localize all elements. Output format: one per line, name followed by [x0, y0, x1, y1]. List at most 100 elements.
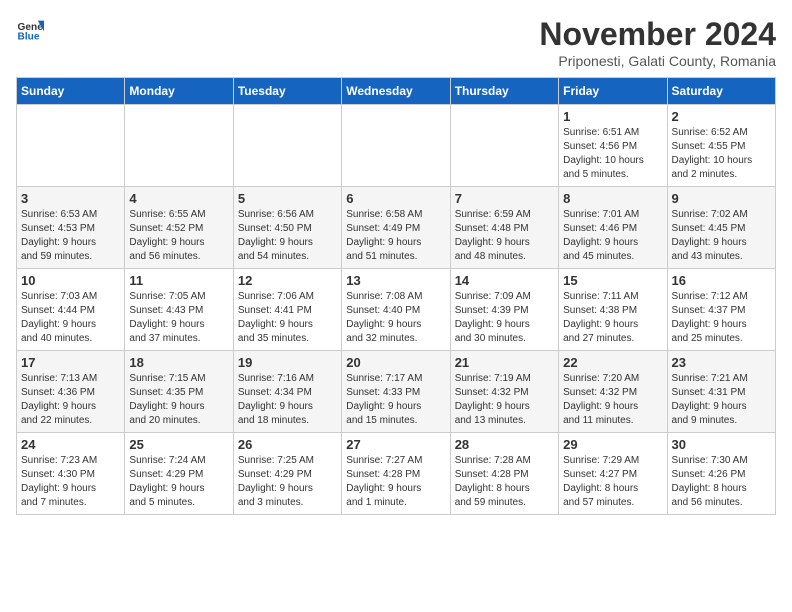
calendar-cell: 15 Sunrise: 7:11 AM Sunset: 4:38 PM Dayli…: [559, 269, 667, 351]
calendar-cell: 20Sunrise: 7:17 AM Sunset: 4:33 PM Dayli…: [342, 351, 450, 433]
calendar-cell: 12Sunrise: 7:06 AM Sunset: 4:41 PM Dayli…: [233, 269, 341, 351]
logo-icon: General Blue: [16, 16, 44, 44]
calendar-cell: 29 Sunrise: 7:29 AM Sunset: 4:27 PM Dayli…: [559, 433, 667, 515]
day-info: Sunrise: 7:03 AM Sunset: 4:44 PM Dayligh…: [21, 290, 120, 346]
calendar-cell: 7 Sunrise: 6:59 AM Sunset: 4:48 PM Daylig…: [450, 187, 558, 269]
day-number: 21: [455, 355, 554, 370]
calendar-cell: [450, 105, 558, 187]
day-info: Sunrise: 7:17 AM Sunset: 4:33 PM Dayligh…: [346, 372, 445, 428]
day-info: Sunrise: 7:24 AM Sunset: 4:29 PM Dayligh…: [129, 454, 228, 510]
day-number: 14: [455, 273, 554, 288]
week-row-0: 1 Sunrise: 6:51 AM Sunset: 4:56 PM Daylig…: [17, 105, 776, 187]
day-header-wednesday: Wednesday: [342, 78, 450, 105]
calendar-cell: [125, 105, 233, 187]
calendar-cell: 14 Sunrise: 7:09 AM Sunset: 4:39 PM Dayli…: [450, 269, 558, 351]
day-number: 19: [238, 355, 337, 370]
calendar-cell: 24 Sunrise: 7:23 AM Sunset: 4:30 PM Dayli…: [17, 433, 125, 515]
day-info: Sunrise: 6:53 AM Sunset: 4:53 PM Dayligh…: [21, 208, 120, 264]
day-info: Sunrise: 7:30 AM Sunset: 4:26 PM Dayligh…: [672, 454, 771, 510]
day-number: 25: [129, 437, 228, 452]
day-header-friday: Friday: [559, 78, 667, 105]
calendar-cell: 17 Sunrise: 7:13 AM Sunset: 4:36 PM Dayli…: [17, 351, 125, 433]
day-info: Sunrise: 6:51 AM Sunset: 4:56 PM Dayligh…: [563, 126, 662, 182]
day-info: Sunrise: 7:25 AM Sunset: 4:29 PM Dayligh…: [238, 454, 337, 510]
day-number: 4: [129, 191, 228, 206]
calendar-cell: [17, 105, 125, 187]
calendar-cell: 22Sunrise: 7:20 AM Sunset: 4:32 PM Dayli…: [559, 351, 667, 433]
day-info: Sunrise: 6:56 AM Sunset: 4:50 PM Dayligh…: [238, 208, 337, 264]
day-info: Sunrise: 6:59 AM Sunset: 4:48 PM Dayligh…: [455, 208, 554, 264]
day-number: 18: [129, 355, 228, 370]
day-info: Sunrise: 7:23 AM Sunset: 4:30 PM Dayligh…: [21, 454, 120, 510]
day-info: Sunrise: 7:05 AM Sunset: 4:43 PM Dayligh…: [129, 290, 228, 346]
month-title: November 2024: [539, 16, 776, 53]
day-info: Sunrise: 7:20 AM Sunset: 4:32 PM Dayligh…: [563, 372, 662, 428]
day-number: 2: [672, 109, 771, 124]
day-header-saturday: Saturday: [667, 78, 775, 105]
day-info: Sunrise: 7:27 AM Sunset: 4:28 PM Dayligh…: [346, 454, 445, 510]
day-info: Sunrise: 7:21 AM Sunset: 4:31 PM Dayligh…: [672, 372, 771, 428]
calendar-cell: 5 Sunrise: 6:56 AM Sunset: 4:50 PM Daylig…: [233, 187, 341, 269]
calendar-cell: [342, 105, 450, 187]
day-header-monday: Monday: [125, 78, 233, 105]
calendar-cell: 18 Sunrise: 7:15 AM Sunset: 4:35 PM Dayli…: [125, 351, 233, 433]
day-info: Sunrise: 6:55 AM Sunset: 4:52 PM Dayligh…: [129, 208, 228, 264]
day-number: 10: [21, 273, 120, 288]
day-info: Sunrise: 7:16 AM Sunset: 4:34 PM Dayligh…: [238, 372, 337, 428]
header: General Blue November 2024 Priponesti, G…: [16, 16, 776, 69]
calendar-cell: 1 Sunrise: 6:51 AM Sunset: 4:56 PM Daylig…: [559, 105, 667, 187]
week-row-4: 24 Sunrise: 7:23 AM Sunset: 4:30 PM Dayli…: [17, 433, 776, 515]
day-number: 24: [21, 437, 120, 452]
day-number: 23: [672, 355, 771, 370]
day-number: 7: [455, 191, 554, 206]
day-number: 28: [455, 437, 554, 452]
day-info: Sunrise: 7:02 AM Sunset: 4:45 PM Dayligh…: [672, 208, 771, 264]
day-info: Sunrise: 7:11 AM Sunset: 4:38 PM Dayligh…: [563, 290, 662, 346]
calendar-cell: 28 Sunrise: 7:28 AM Sunset: 4:28 PM Dayli…: [450, 433, 558, 515]
day-info: Sunrise: 7:08 AM Sunset: 4:40 PM Dayligh…: [346, 290, 445, 346]
day-info: Sunrise: 7:13 AM Sunset: 4:36 PM Dayligh…: [21, 372, 120, 428]
day-info: Sunrise: 7:01 AM Sunset: 4:46 PM Dayligh…: [563, 208, 662, 264]
calendar-cell: 13 Sunrise: 7:08 AM Sunset: 4:40 PM Dayli…: [342, 269, 450, 351]
day-number: 11: [129, 273, 228, 288]
calendar-cell: [233, 105, 341, 187]
calendar-cell: 8 Sunrise: 7:01 AM Sunset: 4:46 PM Daylig…: [559, 187, 667, 269]
day-info: Sunrise: 7:28 AM Sunset: 4:28 PM Dayligh…: [455, 454, 554, 510]
calendar-cell: 4 Sunrise: 6:55 AM Sunset: 4:52 PM Daylig…: [125, 187, 233, 269]
week-row-1: 3Sunrise: 6:53 AM Sunset: 4:53 PM Daylig…: [17, 187, 776, 269]
day-number: 27: [346, 437, 445, 452]
calendar-cell: 3Sunrise: 6:53 AM Sunset: 4:53 PM Daylig…: [17, 187, 125, 269]
calendar-cell: 27 Sunrise: 7:27 AM Sunset: 4:28 PM Dayli…: [342, 433, 450, 515]
day-info: Sunrise: 7:29 AM Sunset: 4:27 PM Dayligh…: [563, 454, 662, 510]
day-number: 8: [563, 191, 662, 206]
calendar-cell: 26 Sunrise: 7:25 AM Sunset: 4:29 PM Dayli…: [233, 433, 341, 515]
calendar-cell: 23 Sunrise: 7:21 AM Sunset: 4:31 PM Dayli…: [667, 351, 775, 433]
calendar-cell: 30 Sunrise: 7:30 AM Sunset: 4:26 PM Dayli…: [667, 433, 775, 515]
day-number: 5: [238, 191, 337, 206]
calendar-cell: 2Sunrise: 6:52 AM Sunset: 4:55 PM Daylig…: [667, 105, 775, 187]
svg-text:Blue: Blue: [18, 31, 40, 42]
calendar-cell: 16 Sunrise: 7:12 AM Sunset: 4:37 PM Dayli…: [667, 269, 775, 351]
day-number: 29: [563, 437, 662, 452]
day-number: 6: [346, 191, 445, 206]
day-info: Sunrise: 7:12 AM Sunset: 4:37 PM Dayligh…: [672, 290, 771, 346]
calendar-table: SundayMondayTuesdayWednesdayThursdayFrid…: [16, 77, 776, 515]
day-number: 15: [563, 273, 662, 288]
day-number: 16: [672, 273, 771, 288]
day-number: 17: [21, 355, 120, 370]
calendar-cell: 19 Sunrise: 7:16 AM Sunset: 4:34 PM Dayli…: [233, 351, 341, 433]
subtitle: Priponesti, Galati County, Romania: [539, 53, 776, 69]
day-number: 9: [672, 191, 771, 206]
day-number: 30: [672, 437, 771, 452]
day-number: 13: [346, 273, 445, 288]
calendar-cell: 6 Sunrise: 6:58 AM Sunset: 4:49 PM Daylig…: [342, 187, 450, 269]
day-info: Sunrise: 6:58 AM Sunset: 4:49 PM Dayligh…: [346, 208, 445, 264]
calendar-cell: 10 Sunrise: 7:03 AM Sunset: 4:44 PM Dayli…: [17, 269, 125, 351]
day-info: Sunrise: 7:15 AM Sunset: 4:35 PM Dayligh…: [129, 372, 228, 428]
logo: General Blue: [16, 16, 44, 44]
day-number: 1: [563, 109, 662, 124]
day-info: Sunrise: 7:09 AM Sunset: 4:39 PM Dayligh…: [455, 290, 554, 346]
calendar-cell: 11 Sunrise: 7:05 AM Sunset: 4:43 PM Dayli…: [125, 269, 233, 351]
day-number: 26: [238, 437, 337, 452]
week-row-2: 10 Sunrise: 7:03 AM Sunset: 4:44 PM Dayli…: [17, 269, 776, 351]
